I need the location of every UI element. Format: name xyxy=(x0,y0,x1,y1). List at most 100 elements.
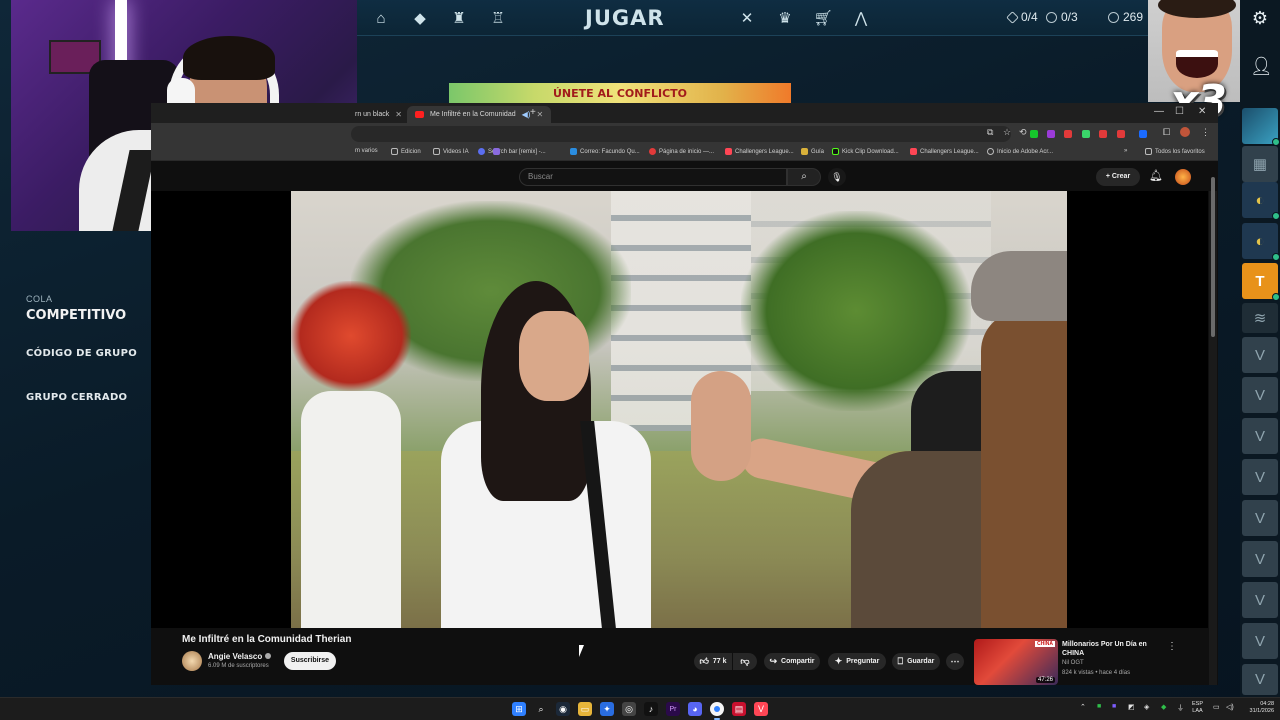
friend-slot[interactable]: V xyxy=(1242,541,1278,577)
recommended-thumbnail[interactable]: CHINA 47:26 xyxy=(974,639,1058,685)
search-icon[interactable]: ⌕ xyxy=(534,702,548,716)
friend-slot[interactable]: V xyxy=(1242,500,1278,536)
more-actions-button[interactable]: ⋯ xyxy=(946,653,964,670)
install-app-icon[interactable]: ⧉ xyxy=(987,127,993,138)
friend-slot[interactable]: V xyxy=(1242,582,1278,618)
extensions-puzzle-icon[interactable]: ⧠ xyxy=(1163,127,1170,138)
bookmark-item[interactable]: Search bar [remix] -... xyxy=(478,148,546,155)
volume-icon[interactable]: ◁) xyxy=(1226,703,1234,711)
extension-icon[interactable] xyxy=(1139,130,1147,138)
url-input[interactable] xyxy=(351,126,1011,142)
like-button[interactable]: 👍︎ 77 k xyxy=(694,653,732,670)
party-code-link[interactable]: CÓDIGO DE GRUPO xyxy=(26,348,137,359)
channel-avatar[interactable] xyxy=(182,651,202,671)
steam-icon[interactable]: ◉ xyxy=(556,702,570,716)
video-frame[interactable] xyxy=(291,191,1067,628)
more-vertical-icon[interactable]: ⋮ xyxy=(1167,641,1177,652)
window-close-icon[interactable]: ✕ xyxy=(1198,106,1206,117)
profile-avatar[interactable] xyxy=(1180,127,1190,137)
tray-app-icon[interactable]: ◈ xyxy=(1144,703,1149,711)
friend-slot[interactable]: ◐ xyxy=(1242,223,1280,261)
app-icon[interactable]: ▤ xyxy=(732,702,746,716)
add-friend-icon[interactable]: 👤︎ xyxy=(1250,56,1273,76)
bookmark-item[interactable]: Página de inicio —... xyxy=(649,148,714,155)
bookmark-item[interactable]: Challengers League... xyxy=(725,148,794,155)
friend-slot[interactable] xyxy=(1242,108,1280,146)
bookmark-item[interactable]: m varios xyxy=(355,148,378,154)
currency-token[interactable]: 0/4 xyxy=(1006,10,1038,24)
minimize-icon[interactable]: — xyxy=(1154,106,1164,117)
create-button[interactable]: + Crear xyxy=(1096,168,1140,186)
extension-icon[interactable] xyxy=(1117,130,1125,138)
bookmark-star-icon[interactable]: ☆ xyxy=(1003,127,1011,138)
bookmark-item[interactable]: Inicio de Adobe Acr... xyxy=(987,148,1053,155)
extension-icon[interactable] xyxy=(1047,130,1055,138)
video-player[interactable] xyxy=(151,191,1208,628)
tab-other[interactable]: rn un black ✕ xyxy=(347,106,410,123)
close-icon[interactable]: ✕ xyxy=(536,110,543,119)
friend-slot[interactable]: V xyxy=(1242,459,1278,495)
bookmark-item[interactable]: Kick Clip Download... xyxy=(832,148,899,155)
system-clock[interactable]: 04:28 31/1/2026 xyxy=(1240,701,1274,715)
promo-banner[interactable]: ÚNETE AL CONFLICTO xyxy=(449,83,791,103)
translate-icon[interactable]: ⟲ xyxy=(1019,127,1027,138)
microphone-icon[interactable]: ⏚ xyxy=(1177,703,1184,713)
recommended-channel[interactable]: Nil OGT xyxy=(1062,660,1084,666)
friend-slot[interactable]: V xyxy=(1242,418,1278,454)
premiere-icon[interactable]: Pr xyxy=(666,702,680,716)
maximize-icon[interactable]: ☐ xyxy=(1175,106,1184,117)
ask-button[interactable]: ✦ Preguntar xyxy=(828,653,886,670)
bookmark-item[interactable]: Edicion xyxy=(391,148,421,155)
share-button[interactable]: ↪ Compartir xyxy=(764,653,820,670)
friend-slot[interactable]: V xyxy=(1242,664,1278,695)
queue-mode[interactable]: COMPETITIVO xyxy=(26,308,126,323)
tray-app-icon[interactable]: ■ xyxy=(1097,703,1101,710)
friend-slot[interactable]: ▦ xyxy=(1242,146,1278,182)
tray-app-icon[interactable]: ■ xyxy=(1112,703,1116,710)
agents-icon[interactable]: ◆ xyxy=(410,8,430,28)
friend-slot[interactable]: V xyxy=(1242,337,1278,373)
bookmark-item[interactable]: Search bar [remix] -... xyxy=(493,148,500,155)
app-icon[interactable]: ◎ xyxy=(622,702,636,716)
battlepass-icon[interactable]: ♜ xyxy=(449,8,469,28)
bookmark-item[interactable]: Correo: Facundo Qu... xyxy=(570,148,640,155)
search-input[interactable]: Buscar xyxy=(519,168,787,186)
close-icon[interactable]: ✕ xyxy=(395,110,402,119)
tray-app-icon[interactable]: ◩ xyxy=(1128,703,1135,711)
valorant-icon[interactable]: V xyxy=(754,702,768,716)
play-button[interactable]: JUGAR xyxy=(585,4,664,32)
tray-chevron-icon[interactable]: ⌃ xyxy=(1080,703,1086,711)
discord-icon[interactable]: ◕ xyxy=(688,702,702,716)
app-icon[interactable]: ✦ xyxy=(600,702,614,716)
extension-icon[interactable] xyxy=(1082,130,1090,138)
esports-icon[interactable]: ♛ xyxy=(775,8,795,28)
new-tab-button[interactable]: + xyxy=(530,107,536,118)
file-explorer-icon[interactable]: ▭ xyxy=(578,702,592,716)
bookmark-item[interactable]: Todos los favoritos xyxy=(1145,148,1205,155)
friend-slot[interactable]: V xyxy=(1242,623,1278,659)
notifications-bell-icon[interactable]: 🔔︎ xyxy=(1149,169,1163,182)
currency-vp[interactable]: 269 xyxy=(1108,10,1143,24)
extension-icon[interactable] xyxy=(1064,130,1072,138)
tray-app-icon[interactable]: ◆ xyxy=(1161,703,1166,711)
currency-radianite[interactable]: 0/3 xyxy=(1046,10,1078,24)
menu-kebab-icon[interactable]: ⋮ xyxy=(1201,127,1210,138)
store-icon[interactable]: 🛒︎ xyxy=(813,8,833,28)
bookmark-item[interactable]: Guía xyxy=(801,148,824,155)
bookmark-item[interactable]: Challengers League... xyxy=(910,148,979,155)
channel-name[interactable]: Angie Velasco xyxy=(208,652,272,661)
dislike-button[interactable]: 👎︎ xyxy=(733,653,757,670)
career-icon[interactable]: ♖ xyxy=(488,8,508,28)
rank-icon[interactable]: ⋀ xyxy=(851,8,871,28)
settings-gear-icon[interactable]: ⚙ xyxy=(1250,8,1270,28)
microphone-icon[interactable]: 🎙︎ xyxy=(828,168,846,186)
network-icon[interactable]: ▭ xyxy=(1213,703,1220,711)
bookmark-item[interactable]: Videos IA xyxy=(433,148,469,155)
friend-slot[interactable]: T xyxy=(1242,263,1280,301)
friend-slot[interactable]: ◐ xyxy=(1242,182,1280,220)
friend-slot[interactable]: ≋ xyxy=(1242,303,1278,333)
save-button[interactable]: ⎕ Guardar xyxy=(892,653,940,670)
chrome-icon[interactable] xyxy=(710,702,724,716)
avatar[interactable] xyxy=(1175,169,1191,185)
friend-slot[interactable]: V xyxy=(1242,377,1278,413)
